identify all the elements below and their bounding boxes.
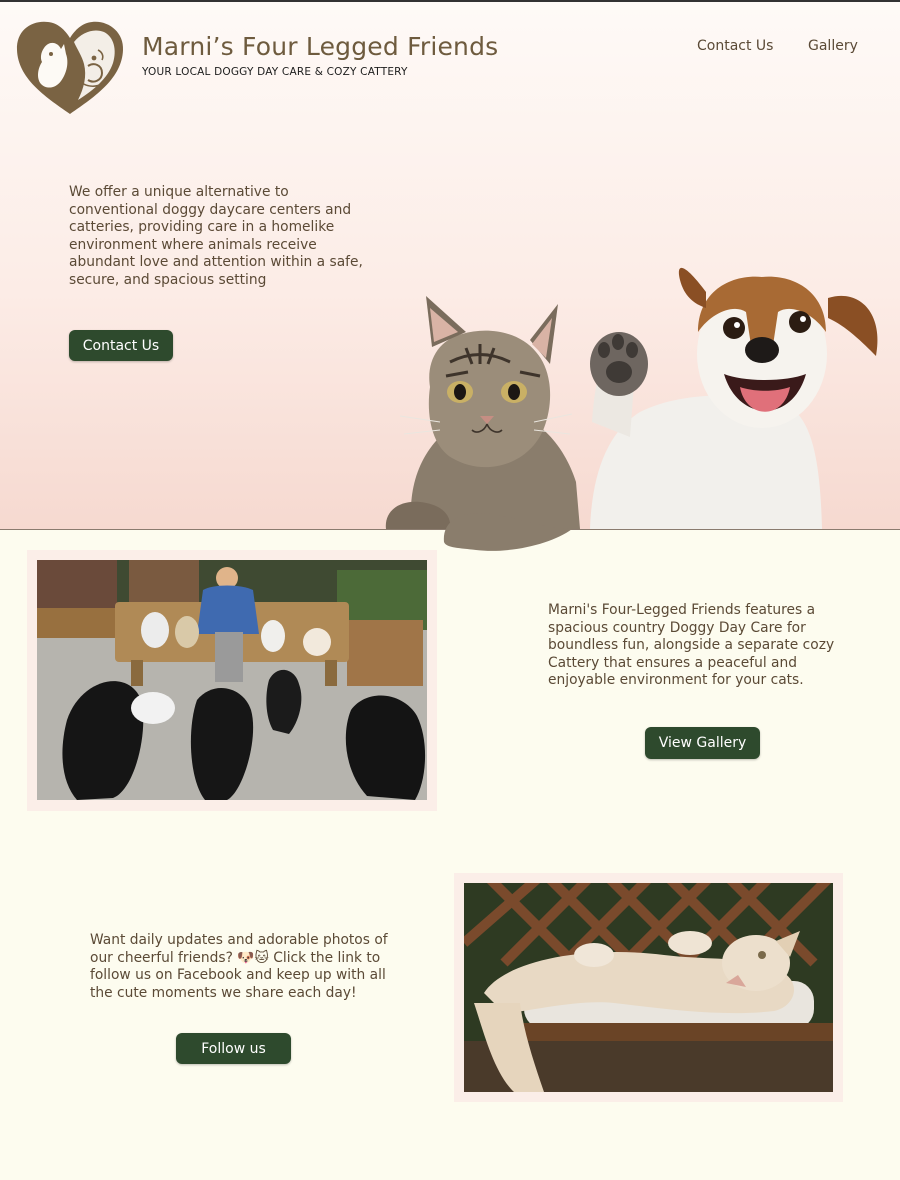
nav-contact-us[interactable]: Contact Us — [697, 38, 773, 54]
cattery-photo-frame — [454, 873, 843, 1102]
site-tagline: YOUR LOCAL DOGGY DAY CARE & COZY CATTERY — [142, 66, 408, 78]
dogs-with-caretaker-photo — [37, 560, 427, 800]
nav-gallery[interactable]: Gallery — [808, 38, 858, 54]
follow-us-button[interactable]: Follow us — [176, 1033, 291, 1064]
daycare-description: Marni's Four-Legged Friends features a s… — [548, 602, 835, 689]
heart-pets-logo-icon[interactable] — [14, 18, 126, 116]
hero-contact-button[interactable]: Contact Us — [69, 330, 173, 361]
facebook-description: Want daily updates and adorable photos o… — [90, 932, 388, 1001]
view-gallery-button[interactable]: View Gallery — [645, 727, 760, 759]
hero-description: We offer a unique alternative to convent… — [69, 184, 363, 288]
site-title: Marni’s Four Legged Friends — [142, 32, 499, 61]
cat-on-cushion-photo — [464, 883, 833, 1092]
hero-section: Marni’s Four Legged Friends YOUR LOCAL D… — [0, 2, 900, 551]
cat-and-dog-hero-image — [385, 267, 878, 551]
daycare-photo-frame — [27, 550, 437, 811]
